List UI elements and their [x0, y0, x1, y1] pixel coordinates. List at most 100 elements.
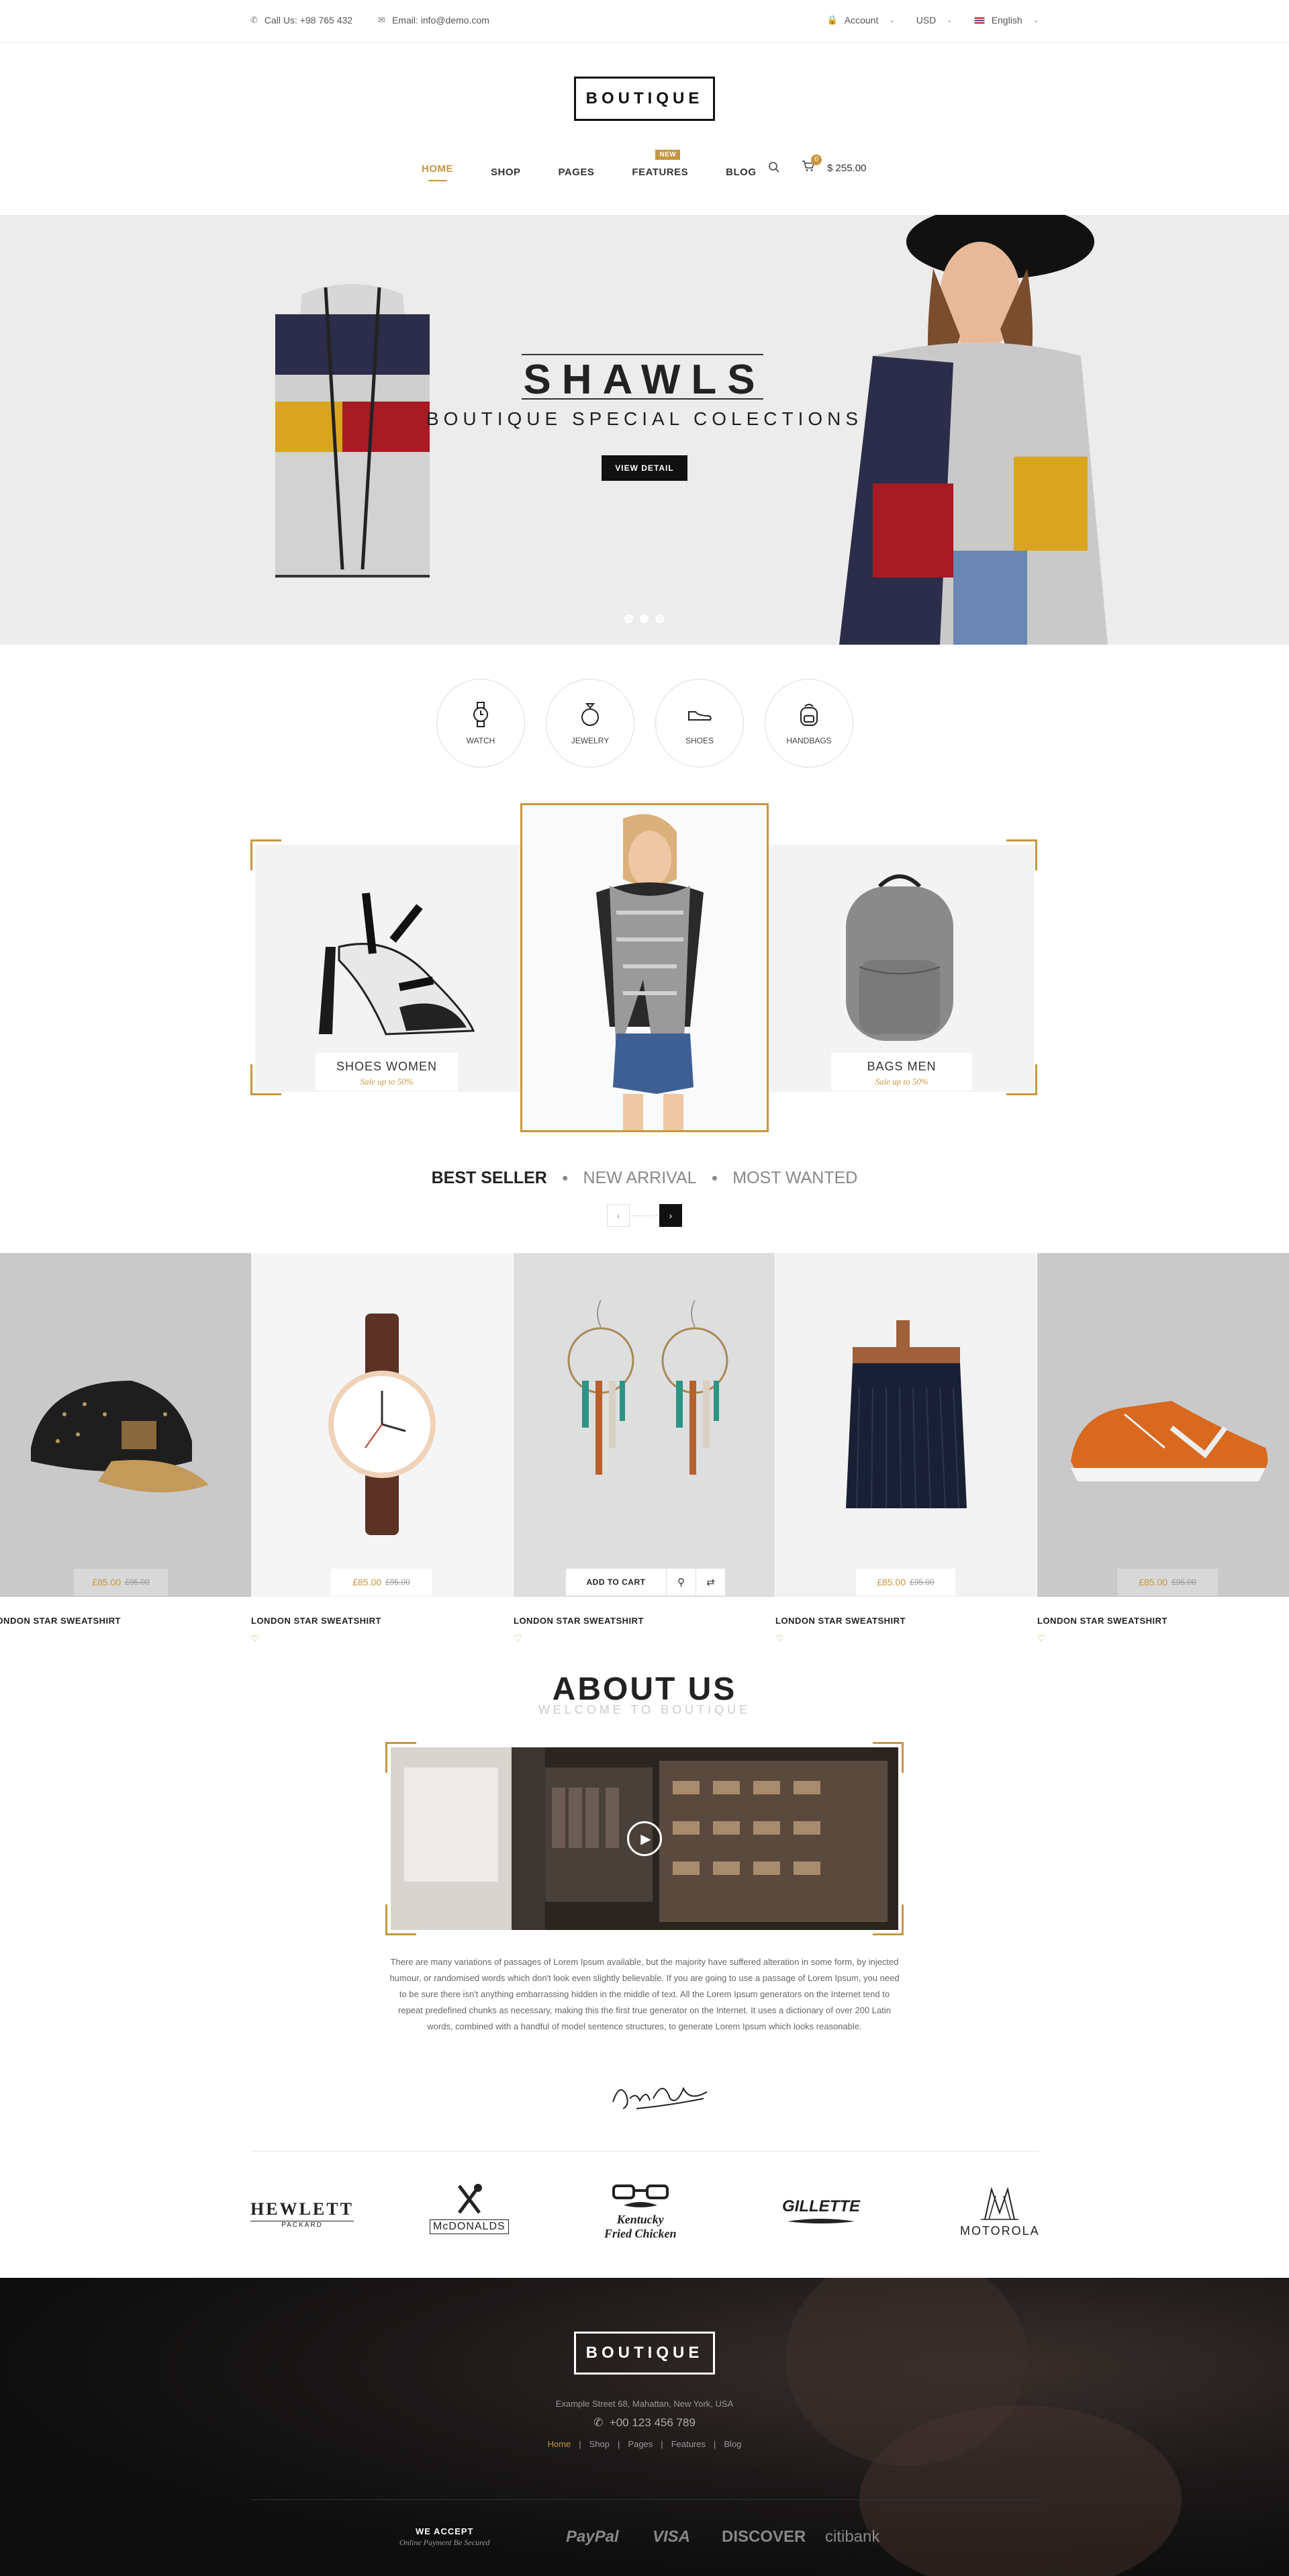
- scarf-model-image: [522, 805, 767, 1130]
- category-jewelry[interactable]: JEWELRY: [546, 679, 634, 768]
- phone-info: ✆ Call Us: +98 765 432: [250, 15, 352, 26]
- footer-link-pages[interactable]: Pages: [628, 2439, 653, 2449]
- product-card-sneaker[interactable]: £85.00 £95.00: [1037, 1253, 1289, 1597]
- currency-dropdown[interactable]: USD ⌄: [916, 15, 953, 26]
- account-label: Account: [844, 15, 879, 26]
- add-to-cart-button[interactable]: ADD TO CART: [566, 1569, 667, 1596]
- brand-kfc-logo[interactable]: Kentucky Fried Chicken: [604, 2182, 677, 2241]
- glasses-mustache-icon: [612, 2184, 669, 2207]
- footer-link-features[interactable]: Features: [671, 2439, 706, 2449]
- footer-phone-number: +00 123 456 789: [609, 2416, 696, 2429]
- brand-name: HEWLETT: [250, 2199, 354, 2219]
- product-card-cap[interactable]: £85.00 £95.00: [0, 1253, 251, 1597]
- tab-most-wanted[interactable]: MOST WANTED: [732, 1168, 857, 1188]
- signature-image: [612, 2086, 708, 2109]
- frame-corner: [250, 839, 281, 870]
- category-shoes[interactable]: SHOES: [655, 679, 744, 768]
- slider-dot-active[interactable]: [640, 614, 649, 623]
- promo-subtitle: Sale up to 50%: [360, 1076, 414, 1087]
- nav-item-shop[interactable]: SHOP: [491, 167, 521, 178]
- backpack-image[interactable]: [832, 866, 967, 1048]
- category-handbags[interactable]: HANDBAGS: [765, 679, 853, 768]
- watch-icon: [473, 702, 488, 727]
- phone-icon: ✆: [593, 2416, 604, 2429]
- category-watch[interactable]: WATCH: [436, 679, 525, 768]
- brand-motorola-logo[interactable]: MOTOROLA: [960, 2186, 1040, 2238]
- frame-corner: [1006, 1064, 1037, 1095]
- nav-item-pages[interactable]: PAGES: [559, 167, 595, 178]
- footer-link-shop[interactable]: Shop: [589, 2439, 610, 2449]
- cart-widget[interactable]: 0 $ 255.00: [802, 154, 866, 176]
- promo-shoes-women[interactable]: SHOES WOMEN Sale up to 50%: [316, 1053, 458, 1091]
- product-name[interactable]: LONDON STAR SWEATSHIRT: [251, 1616, 381, 1626]
- slider-dot[interactable]: [655, 614, 664, 623]
- brand-gillette-logo[interactable]: GILLETTE: [782, 2197, 860, 2229]
- nav-item-features[interactable]: NEW FEATURES: [632, 150, 689, 178]
- price-tag: £85.00 £95.00: [331, 1569, 432, 1596]
- user-controls: 🔒 Account ⌄ USD ⌄ English ⌄: [827, 15, 1039, 26]
- prev-arrow-button[interactable]: ‹: [607, 1204, 630, 1227]
- site-logo[interactable]: BOUTIQUE: [574, 77, 715, 121]
- promo-title: BAGS MEN: [867, 1060, 937, 1073]
- brand-hp-logo[interactable]: HEWLETT PACKARD: [250, 2199, 354, 2229]
- tab-best-seller[interactable]: BEST SELLER: [432, 1168, 547, 1188]
- earrings-image: [567, 1300, 728, 1475]
- price-old: £95.00: [910, 1577, 935, 1587]
- chevron-right-icon: ›: [669, 1210, 673, 1221]
- language-dropdown[interactable]: English ⌄: [973, 15, 1039, 26]
- account-dropdown[interactable]: 🔒 Account ⌄: [827, 15, 895, 26]
- slider-dot[interactable]: [624, 614, 633, 623]
- product-card-earrings[interactable]: ADD TO CART ⚲ ⇄: [514, 1253, 775, 1597]
- play-button[interactable]: ▶: [627, 1821, 662, 1856]
- accept-subtitle: Online Payment Be Secured: [399, 2538, 490, 2547]
- footer: BOUTIQUE Example Street 68, Mahattan, Ne…: [0, 2278, 1289, 2576]
- tab-new-arrival[interactable]: NEW ARRIVAL: [583, 1168, 697, 1188]
- brand-name: McDONALDS: [430, 2219, 509, 2234]
- search-icon[interactable]: [768, 161, 780, 177]
- watch-image: [328, 1314, 436, 1535]
- about-text: There are many variations of passages of…: [389, 1957, 900, 2031]
- footer-link-home[interactable]: Home: [548, 2439, 571, 2449]
- heart-icon[interactable]: ♡: [775, 1633, 783, 1644]
- product-name[interactable]: LONDON STAR SWEATSHIRT: [0, 1616, 121, 1626]
- product-name[interactable]: LONDON STAR SWEATSHIRT: [775, 1616, 906, 1626]
- product-card-fringe-bag[interactable]: £85.00 £95.00: [775, 1253, 1037, 1597]
- about-video[interactable]: ▶: [391, 1747, 898, 1930]
- product-name[interactable]: LONDON STAR SWEATSHIRT: [1037, 1616, 1167, 1626]
- search-icon[interactable]: ⚲: [667, 1569, 696, 1596]
- nav-item-blog[interactable]: BLOG: [726, 167, 756, 178]
- model-image: [839, 215, 1108, 645]
- compare-icon[interactable]: ⇄: [696, 1569, 726, 1596]
- chevron-down-icon: ⌄: [889, 16, 895, 24]
- price-tag: £85.00 £95.00: [856, 1569, 955, 1596]
- heart-icon[interactable]: ♡: [251, 1633, 259, 1644]
- nav-item-home[interactable]: HOME: [422, 163, 453, 181]
- language-label: English: [991, 15, 1022, 26]
- fringe-bag-image: [846, 1320, 967, 1509]
- main-nav: HOME SHOP PAGES NEW FEATURES BLOG: [422, 150, 757, 181]
- product-card-watch[interactable]: £85.00 £95.00: [251, 1253, 513, 1597]
- promo-bags-men[interactable]: BAGS MEN Sale up to 50%: [831, 1053, 972, 1091]
- footer-logo[interactable]: BOUTIQUE: [574, 2332, 715, 2375]
- currency-label: USD: [916, 15, 937, 26]
- brand-mcdonalds-logo[interactable]: McDONALDS: [430, 2182, 509, 2234]
- sandal-image[interactable]: [299, 880, 480, 1041]
- heart-icon[interactable]: ♡: [1037, 1633, 1045, 1644]
- next-arrow-button[interactable]: ›: [659, 1204, 682, 1227]
- ring-icon: [581, 703, 599, 726]
- product-name[interactable]: LONDON STAR SWEATSHIRT: [514, 1616, 644, 1626]
- featured-model-card[interactable]: [520, 803, 769, 1132]
- heart-icon[interactable]: ♡: [514, 1633, 522, 1644]
- flag-icon: [973, 16, 985, 24]
- chevron-down-icon: ⌄: [1033, 16, 1039, 24]
- footer-link-blog[interactable]: Blog: [724, 2439, 741, 2449]
- promo-title: SHOES WOMEN: [336, 1060, 437, 1073]
- view-detail-button[interactable]: VIEW DETAIL: [602, 455, 687, 481]
- motorola-m-icon: [981, 2187, 1019, 2220]
- accept-title: WE ACCEPT: [415, 2526, 474, 2536]
- swoosh-icon: [787, 2219, 855, 2223]
- citibank-logo: citibank: [825, 2528, 880, 2546]
- lock-icon: 🔒: [826, 15, 838, 25]
- nav-item-features-label: FEATURES: [632, 167, 689, 178]
- hero-rule-top: [522, 354, 763, 355]
